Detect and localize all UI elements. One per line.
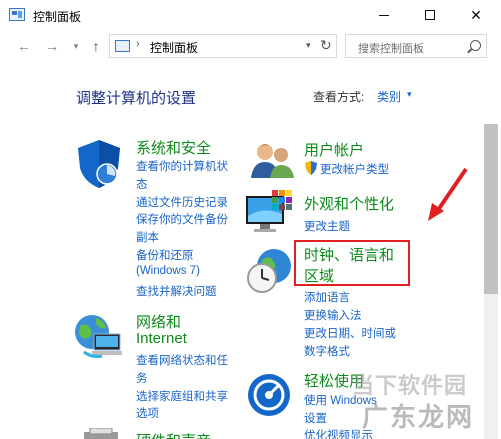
up-button[interactable]: ↑ bbox=[88, 38, 104, 54]
back-arrow-icon: ← bbox=[17, 38, 31, 54]
forward-button[interactable]: → bbox=[44, 38, 60, 54]
link-change-date-time-cont[interactable]: 数字格式 bbox=[304, 343, 350, 359]
close-icon: ✕ bbox=[470, 6, 482, 23]
category-clock-region[interactable]: 时钟、语言和 bbox=[304, 244, 394, 265]
printer-icon[interactable] bbox=[82, 428, 122, 439]
link-change-input-method[interactable]: 更换输入法 bbox=[304, 307, 362, 323]
users-icon[interactable] bbox=[248, 140, 296, 180]
scrollbar-thumb[interactable] bbox=[484, 124, 498, 294]
category-hardware-sound[interactable]: 硬件和声音 bbox=[136, 430, 211, 439]
search-input[interactable]: 搜索控制面板 bbox=[345, 34, 487, 58]
link-view-computer-status-cont[interactable]: 态 bbox=[136, 176, 148, 192]
search-placeholder: 搜索控制面板 bbox=[358, 43, 424, 55]
view-by-dropdown[interactable]: 类别 bbox=[377, 88, 401, 105]
up-arrow-icon: ↑ bbox=[92, 38, 100, 54]
link-file-history-cont[interactable]: 保存你的文件备份 bbox=[136, 211, 228, 227]
breadcrumb-separator: › bbox=[136, 38, 140, 50]
maximize-icon bbox=[425, 10, 435, 20]
link-troubleshoot[interactable]: 查找并解决问题 bbox=[136, 283, 217, 299]
annotation-arrow-icon bbox=[428, 167, 468, 221]
search-icon[interactable] bbox=[470, 40, 481, 51]
link-change-theme[interactable]: 更改主题 bbox=[304, 218, 350, 234]
clock-globe-icon[interactable] bbox=[244, 248, 294, 294]
link-homegroup[interactable]: 选择家庭组和共享 bbox=[136, 388, 228, 404]
control-panel-icon bbox=[9, 8, 25, 21]
recent-locations-button[interactable]: ▾ bbox=[68, 38, 84, 54]
link-file-history-cont2[interactable]: 副本 bbox=[136, 229, 159, 245]
category-network-internet[interactable]: 网络和 bbox=[136, 311, 181, 332]
address-bar[interactable]: › 控制面板 ▾ ↻ bbox=[109, 34, 337, 58]
network-globe-icon[interactable] bbox=[72, 312, 124, 360]
link-change-account-type[interactable]: 更改帐户类型 bbox=[320, 161, 389, 177]
link-backup-restore[interactable]: 备份和还原 bbox=[136, 247, 194, 263]
ease-of-access-icon[interactable] bbox=[246, 372, 292, 418]
link-add-language[interactable]: 添加语言 bbox=[304, 289, 350, 305]
link-network-status[interactable]: 查看网络状态和任 bbox=[136, 352, 228, 368]
maximize-button[interactable] bbox=[407, 0, 453, 30]
title-bar: 控制面板 ✕ bbox=[0, 0, 501, 30]
page-title: 调整计算机的设置 bbox=[76, 90, 197, 107]
refresh-icon[interactable]: ↻ bbox=[320, 37, 332, 54]
link-network-status-cont[interactable]: 务 bbox=[136, 370, 148, 386]
address-dropdown-icon[interactable]: ▾ bbox=[306, 40, 311, 51]
category-system-security[interactable]: 系统和安全 bbox=[136, 137, 211, 158]
watermark-text: 广东龙网 bbox=[362, 402, 475, 432]
chevron-down-icon[interactable]: ▾ bbox=[407, 89, 412, 100]
chevron-down-icon: ▾ bbox=[73, 41, 79, 51]
link-homegroup-cont[interactable]: 选项 bbox=[136, 405, 159, 421]
close-button[interactable]: ✕ bbox=[453, 0, 499, 30]
link-backup-restore-cont[interactable]: (Windows 7) bbox=[136, 265, 200, 277]
category-user-accounts[interactable]: 用户帐户 bbox=[304, 139, 364, 160]
link-recommended-settings-cont[interactable]: 设置 bbox=[304, 410, 327, 426]
breadcrumb-control-panel[interactable]: 控制面板 bbox=[150, 39, 198, 56]
uac-shield-icon bbox=[305, 161, 317, 175]
minimize-button[interactable] bbox=[361, 0, 407, 30]
forward-arrow-icon: → bbox=[45, 38, 59, 54]
category-appearance[interactable]: 外观和个性化 bbox=[304, 193, 394, 214]
watermark-text: 当下软件园 bbox=[352, 373, 468, 398]
navigation-bar: ← → ▾ ↑ › 控制面板 ▾ ↻ 搜索控制面板 bbox=[0, 30, 501, 64]
monitor-icon[interactable] bbox=[244, 190, 296, 236]
shield-icon[interactable] bbox=[74, 138, 124, 190]
category-clock-region-cont[interactable]: 区域 bbox=[304, 265, 334, 286]
back-button[interactable]: ← bbox=[16, 38, 32, 54]
window-title: 控制面板 bbox=[33, 10, 82, 24]
category-network-internet-cont[interactable]: Internet bbox=[136, 330, 187, 347]
link-view-computer-status[interactable]: 查看你的计算机状 bbox=[136, 158, 228, 174]
link-change-date-time[interactable]: 更改日期、时间或 bbox=[304, 325, 396, 341]
control-panel-icon bbox=[115, 40, 130, 52]
link-file-history[interactable]: 通过文件历史记录 bbox=[136, 194, 228, 210]
minimize-icon bbox=[379, 14, 389, 16]
view-by-label: 查看方式: bbox=[313, 90, 365, 104]
